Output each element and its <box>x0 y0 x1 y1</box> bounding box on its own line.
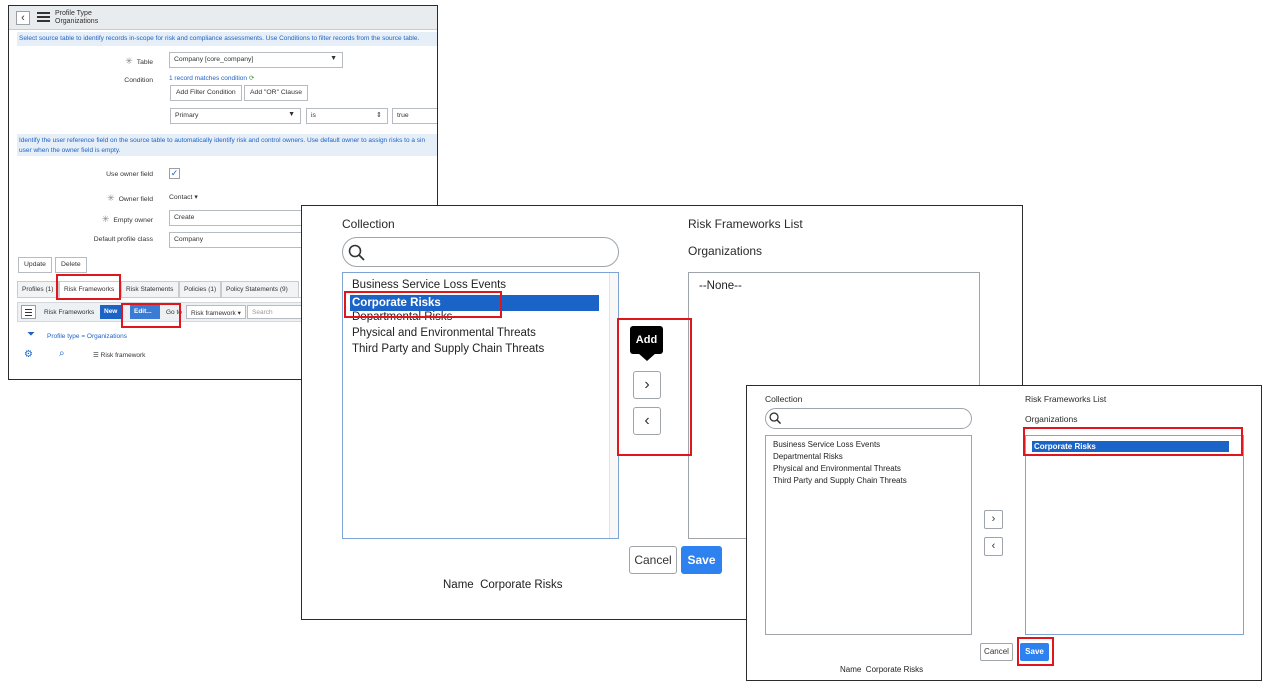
use-owner-field-checkbox[interactable]: ✓ <box>169 168 180 179</box>
list-item-selected[interactable]: Corporate Risks <box>350 295 599 311</box>
collection-search-input[interactable] <box>765 408 972 429</box>
save-button[interactable]: Save <box>1020 643 1049 661</box>
condition-field-select[interactable]: Primary ▼ <box>170 108 301 124</box>
tab-policies[interactable]: Policies (1) <box>179 281 221 298</box>
column-header-risk-framework[interactable]: ☰ Risk framework <box>93 351 145 359</box>
source-info-message: Select source table to identify records … <box>17 32 437 46</box>
chevron-left-icon: ‹ <box>644 412 650 429</box>
add-or-clause-button[interactable]: Add "OR" Clause <box>244 85 309 101</box>
form-title: Profile Type <box>55 10 92 17</box>
list-item[interactable]: Physical and Environmental Threats <box>773 464 901 473</box>
slushbucket-small-panel: Collection Risk Frameworks List Organiza… <box>746 385 1262 681</box>
cancel-button[interactable]: Cancel <box>980 643 1013 661</box>
add-tooltip: Add <box>630 326 663 354</box>
goto-field-select[interactable]: Risk framework ▾ <box>186 305 246 319</box>
risk-frameworks-list-heading: Risk Frameworks List <box>688 217 803 231</box>
condition-match-link[interactable]: 1 record matches condition ⟳ <box>169 74 254 82</box>
name-readout: Name Corporate Risks <box>840 665 924 674</box>
tab-risk-frameworks[interactable]: Risk Frameworks <box>59 281 121 298</box>
tooltip-pointer <box>638 353 656 361</box>
back-button[interactable]: ‹ <box>16 11 30 25</box>
tab-risk-statements[interactable]: Risk Statements <box>121 281 179 298</box>
chevron-right-icon: › <box>991 513 996 525</box>
organizations-subheading: Organizations <box>688 244 763 258</box>
collection-search-input[interactable] <box>342 237 619 267</box>
add-arrow-button[interactable]: › <box>633 371 661 399</box>
collection-scrollbar[interactable] <box>609 273 618 538</box>
update-button[interactable]: Update <box>18 257 52 273</box>
tab-policy-statements[interactable]: Policy Statements (9) <box>221 281 299 298</box>
caret-down-icon: ▾ <box>194 194 198 201</box>
sort-icon: ⇕ <box>376 112 382 119</box>
empty-owner-label: ✳ Empty owner <box>101 214 153 224</box>
add-arrow-button[interactable]: › <box>984 510 1003 529</box>
chevron-down-icon: ▼ <box>288 111 295 118</box>
chevron-right-icon: › <box>644 376 650 393</box>
owner-info-message: Identify the user reference field on the… <box>17 134 437 156</box>
list-item[interactable]: Third Party and Supply Chain Threats <box>352 343 544 355</box>
search-icon <box>348 244 365 261</box>
goto-label: Go to <box>166 309 182 316</box>
chevron-down-icon: ▼ <box>330 55 337 62</box>
list-item[interactable]: Business Service Loss Events <box>352 279 506 291</box>
refresh-icon: ⟳ <box>248 75 255 82</box>
condition-operator-select[interactable]: is ⇕ <box>306 108 388 124</box>
empty-list-placeholder: --None-- <box>699 280 742 292</box>
tab-profiles[interactable]: Profiles (1) <box>17 281 59 298</box>
search-icon[interactable]: ⌕ <box>59 348 65 359</box>
condition-value-field[interactable]: true <box>392 108 437 124</box>
list-item[interactable]: Physical and Environmental Threats <box>352 327 536 339</box>
list-menu-icon[interactable] <box>21 305 36 319</box>
edit-button[interactable]: Edit... <box>130 305 160 319</box>
risk-frameworks-list-heading: Risk Frameworks List <box>1025 394 1107 404</box>
list-item-selected[interactable]: Corporate Risks <box>1032 441 1229 452</box>
form-subtitle: Organizations <box>55 18 99 25</box>
cancel-button[interactable]: Cancel <box>629 546 677 574</box>
delete-button[interactable]: Delete <box>55 257 87 273</box>
list-item[interactable]: Departmental Risks <box>352 311 452 323</box>
empty-owner-field[interactable]: Create <box>169 210 303 226</box>
name-readout: Name Corporate Risks <box>443 579 563 591</box>
use-owner-field-label: Use owner field <box>106 171 153 178</box>
list-item[interactable]: Departmental Risks <box>773 452 843 461</box>
remove-arrow-button[interactable]: ‹ <box>633 407 661 435</box>
table-select[interactable]: Company [core_company] ▼ <box>169 52 343 68</box>
add-filter-condition-button[interactable]: Add Filter Condition <box>170 85 242 101</box>
collection-listbox[interactable]: Business Service Loss Events Departmenta… <box>765 435 972 635</box>
default-profile-class-field[interactable]: Company <box>169 232 303 248</box>
collection-heading: Collection <box>765 394 803 404</box>
owner-field-select[interactable]: Contact ▾ <box>169 193 198 201</box>
search-icon <box>769 412 782 425</box>
list-item[interactable]: Business Service Loss Events <box>773 440 880 449</box>
menu-icon[interactable] <box>37 12 50 23</box>
collection-heading: Collection <box>342 217 395 231</box>
list-title: Risk Frameworks <box>44 309 95 316</box>
filter-icon[interactable]: ⏷ <box>27 329 35 340</box>
organizations-subheading: Organizations <box>1025 414 1078 424</box>
new-button[interactable]: New <box>100 305 122 319</box>
default-profile-class-label: Default profile class <box>93 236 153 243</box>
save-button[interactable]: Save <box>681 546 722 574</box>
condition-label: Condition <box>124 77 153 84</box>
remove-arrow-button[interactable]: ‹ <box>984 537 1003 556</box>
collection-listbox[interactable]: Business Service Loss Events Corporate R… <box>342 272 619 539</box>
caret-down-icon: ▾ <box>237 310 241 317</box>
column-menu-icon: ☰ <box>93 352 99 359</box>
chevron-left-icon: ‹ <box>991 540 996 552</box>
gear-icon[interactable]: ⚙ <box>24 349 33 360</box>
table-label: ✳ Table <box>125 56 153 66</box>
list-item[interactable]: Third Party and Supply Chain Threats <box>773 476 907 485</box>
risk-frameworks-listbox[interactable]: Corporate Risks <box>1025 435 1244 635</box>
filter-breadcrumb[interactable]: Profile type = Organizations <box>47 333 127 340</box>
owner-field-label: ✳ Owner field <box>107 193 153 203</box>
